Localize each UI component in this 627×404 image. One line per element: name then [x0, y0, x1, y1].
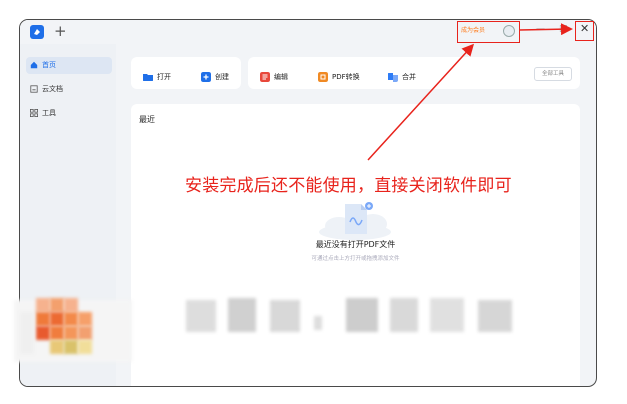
pixel-block [50, 340, 64, 354]
obscured-text-block [478, 300, 512, 332]
pixel-block [20, 312, 34, 354]
obscured-text-block [228, 298, 256, 332]
pixel-block [64, 340, 78, 354]
sidebar-item-tools[interactable]: 工具 [26, 105, 112, 122]
pixel-block [50, 312, 64, 326]
obscured-text-block [186, 300, 216, 332]
empty-state-subtitle: 可通过点击上方打开或拖拽添加文件 [311, 256, 400, 262]
minimize-button[interactable]: — [536, 24, 545, 34]
section-title: 最近 [139, 115, 155, 124]
pixel-block [50, 326, 64, 340]
empty-state-title: 最近没有打开PDF文件 [315, 240, 396, 249]
all-tools-button[interactable]: 全部工具 [534, 67, 572, 81]
obscured-text-block [270, 300, 300, 332]
pixel-block [78, 326, 92, 340]
close-highlight-box [575, 21, 594, 41]
obscured-text-block [430, 298, 464, 332]
quick-actions-card: 打开 创建 [131, 57, 241, 89]
obscured-text-block [390, 298, 418, 332]
pdf-convert-label: PDF转换 [332, 73, 360, 81]
new-tab-button[interactable]: + [54, 23, 67, 39]
open-label: 打开 [157, 73, 171, 81]
plus-square-icon [201, 72, 211, 82]
pixel-block [36, 298, 50, 312]
sidebar-item-label: 首页 [42, 61, 56, 69]
sidebar-item-label: 云文档 [42, 85, 63, 93]
pixel-block [64, 298, 78, 312]
app-logo-icon [30, 25, 44, 39]
home-icon [30, 61, 38, 69]
sidebar-item-home[interactable]: 首页 [26, 57, 112, 74]
convert-icon [318, 72, 328, 82]
empty-folder-illustration-icon [319, 202, 391, 240]
annotation-text: 安装完成后还不能使用，直接关闭软件即可 [185, 176, 512, 196]
maximize-button[interactable]: □ [559, 24, 568, 34]
obscured-text-block [314, 316, 322, 330]
pixel-block [78, 312, 92, 326]
edit-doc-icon [260, 72, 270, 82]
recent-files-panel: 最近 最近没有打开PDF文件 可通过点击上方打开或拖拽添加文件 [131, 104, 580, 386]
merge-label: 合并 [402, 73, 416, 81]
pixel-block [36, 312, 50, 326]
pixel-block [64, 312, 78, 326]
create-label: 创建 [215, 73, 229, 81]
pixel-block [36, 326, 50, 340]
merge-icon [388, 73, 398, 82]
pixel-block [78, 340, 92, 354]
member-highlight-box [457, 21, 520, 43]
folder-icon [143, 74, 153, 81]
sidebar-item-label: 工具 [42, 109, 56, 117]
edit-label: 编辑 [274, 73, 288, 81]
cloud-doc-icon [30, 85, 38, 93]
tools-card: 编辑 PDF转换 合并 [248, 57, 580, 89]
pixel-block [64, 326, 78, 340]
obscured-text-block [346, 298, 378, 332]
pixel-block [50, 298, 64, 312]
sidebar-item-cloud-docs[interactable]: 云文档 [26, 81, 112, 98]
grid-icon [30, 109, 38, 117]
